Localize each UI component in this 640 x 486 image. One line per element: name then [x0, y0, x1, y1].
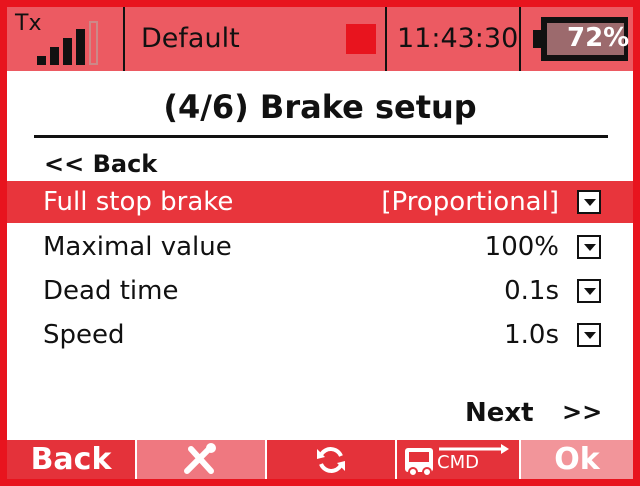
softkey-cmd-label: CMD — [437, 452, 479, 473]
model-name-cell[interactable]: Default — [125, 7, 387, 71]
wrench-screwdriver-icon — [184, 442, 216, 474]
softkey-back-button[interactable]: Back — [7, 440, 135, 479]
stop-square-icon — [346, 24, 376, 54]
setting-row-dead-time[interactable]: Dead time 0.1s — [7, 270, 633, 312]
setting-row-maximal-value[interactable]: Maximal value 100% — [7, 226, 633, 268]
signal-bars-icon — [37, 19, 107, 65]
signal-bar — [63, 38, 72, 65]
setting-label: Maximal value — [43, 232, 232, 262]
softkey-ok-button[interactable]: Ok — [521, 440, 633, 479]
model-name: Default — [141, 23, 240, 54]
setting-row-speed[interactable]: Speed 1.0s — [7, 314, 633, 356]
softkey-ok-label: Ok — [554, 442, 600, 477]
setting-row-full-stop-brake[interactable]: Full stop brake [Proportional] — [7, 181, 633, 223]
battery-icon: 72% — [533, 17, 630, 61]
softkey-cmd-button[interactable]: CMD — [397, 440, 519, 479]
status-bar: Tx Default 11:43:30 72% — [7, 7, 633, 71]
title-divider — [34, 135, 608, 138]
next-arrow[interactable]: >> — [562, 398, 602, 426]
setting-value: 1.0s — [504, 320, 559, 350]
battery-tip — [533, 30, 541, 48]
softkey-bar: Back CMD Ok — [7, 440, 633, 479]
softkey-tools-button[interactable] — [137, 440, 265, 479]
transmitter-signal-indicator: Tx — [7, 7, 125, 71]
dropdown-arrow-icon[interactable] — [577, 279, 601, 303]
clock-cell: 11:43:30 — [387, 7, 521, 71]
softkey-back-label: Back — [30, 442, 112, 477]
dropdown-arrow-icon[interactable] — [577, 323, 601, 347]
setting-label: Dead time — [43, 276, 179, 306]
signal-bar — [37, 56, 46, 65]
signal-bar — [89, 21, 98, 65]
page-title: (4/6) Brake setup — [163, 88, 477, 126]
next-link[interactable]: Next — [465, 398, 534, 428]
signal-bar — [50, 47, 59, 65]
battery-percent: 72% — [567, 23, 630, 53]
setting-value: 0.1s — [504, 276, 559, 306]
softkey-refresh-button[interactable] — [267, 440, 395, 479]
clock-time: 11:43:30 — [397, 23, 519, 54]
back-link[interactable]: << Back — [44, 150, 157, 178]
setting-label: Full stop brake — [43, 187, 234, 217]
signal-bar — [76, 29, 85, 65]
setting-value: [Proportional] — [381, 187, 559, 217]
refresh-icon — [317, 446, 345, 473]
dropdown-arrow-icon[interactable] — [577, 235, 601, 259]
setting-label: Speed — [43, 320, 125, 350]
dropdown-arrow-icon[interactable] — [577, 190, 601, 214]
setting-value: 100% — [484, 232, 559, 262]
